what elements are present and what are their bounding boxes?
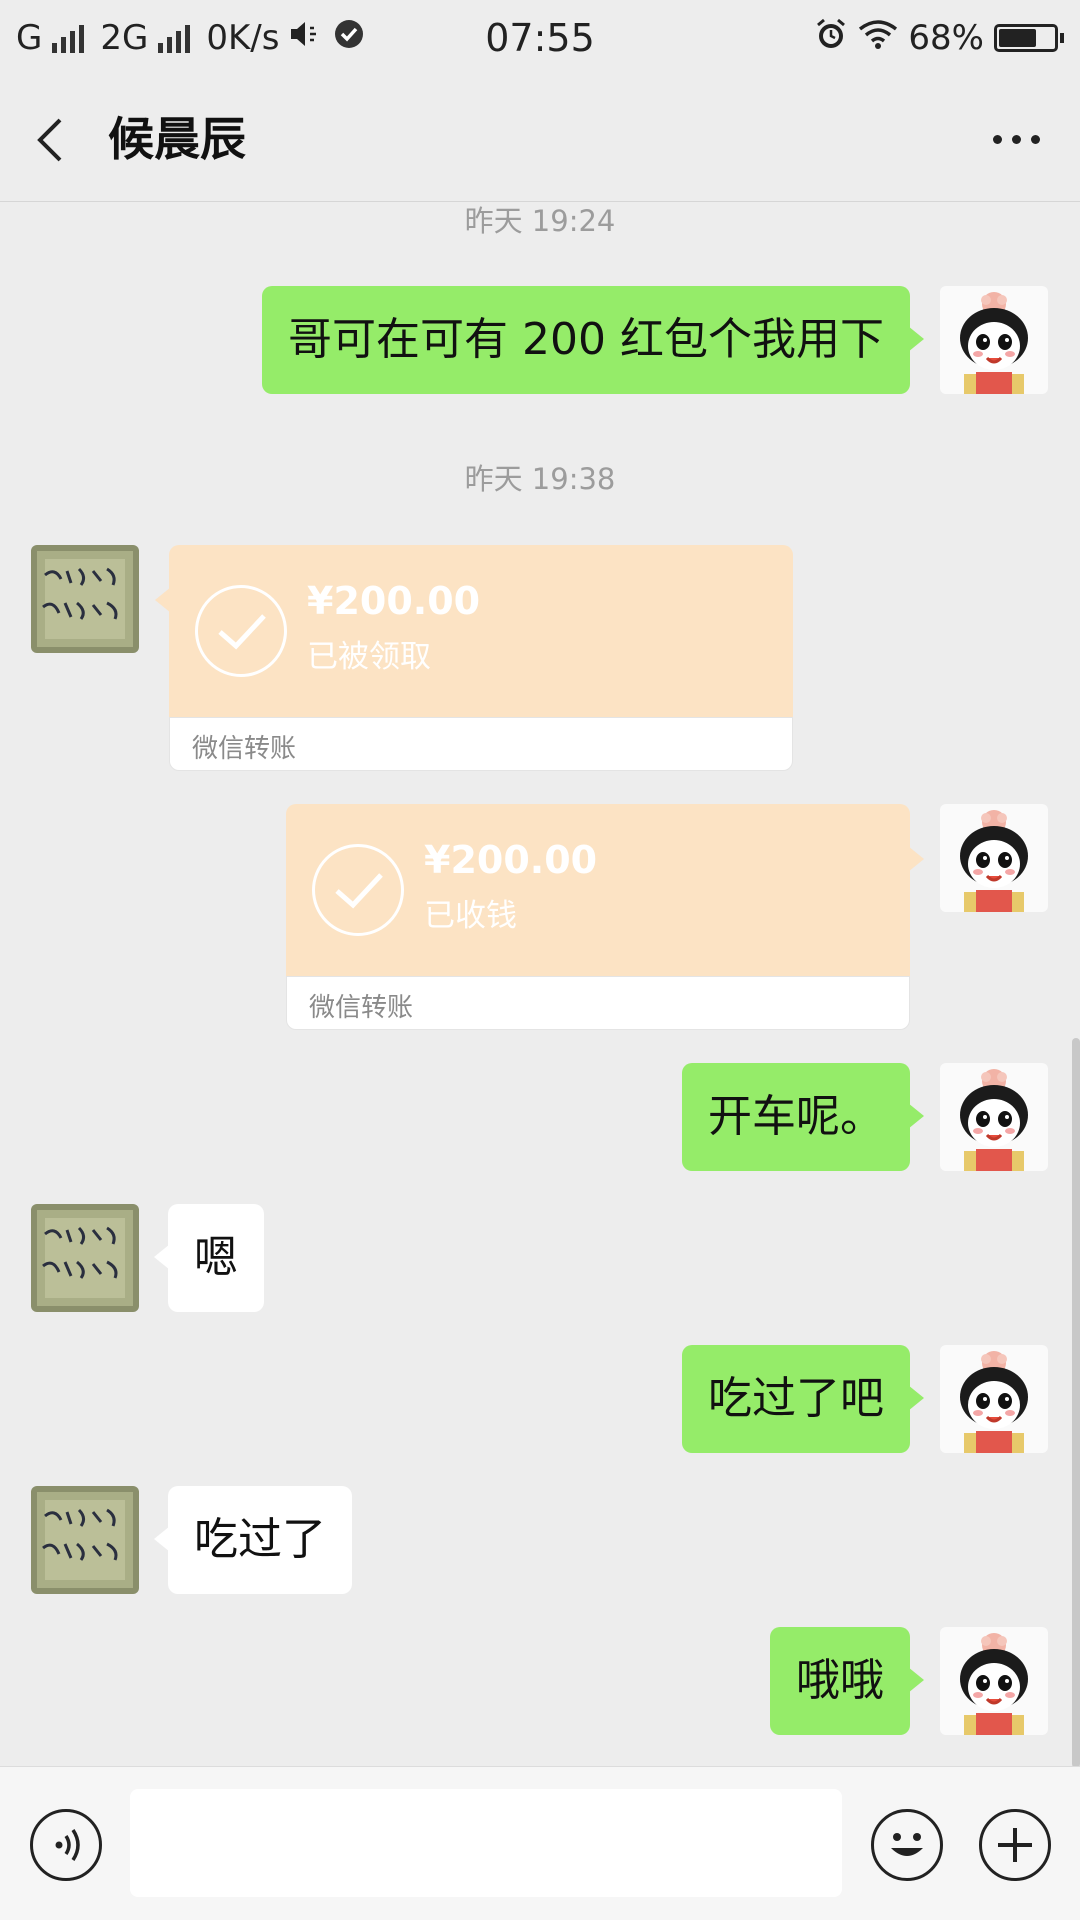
- avatar-self[interactable]: [940, 286, 1048, 394]
- signal-icon-2: [158, 23, 191, 53]
- message-bubble-other[interactable]: 嗯: [154, 1204, 264, 1312]
- more-dot-icon: [993, 134, 1002, 144]
- back-button[interactable]: [34, 112, 74, 168]
- message-bubble-self[interactable]: 吃过了吧: [682, 1345, 924, 1453]
- more-options-button[interactable]: [993, 116, 1040, 162]
- transfer-card-top: ¥200.00 已被领取: [169, 545, 793, 717]
- chevron-left-icon: [37, 118, 62, 162]
- transfer-card-footer: 微信转账: [169, 717, 793, 771]
- avatar-other[interactable]: [31, 1204, 139, 1312]
- transfer-card[interactable]: ¥200.00 已收钱 微信转账: [286, 804, 924, 1030]
- transfer-label: 微信转账: [309, 993, 414, 1023]
- alarm-icon: [814, 17, 848, 60]
- avatar-other[interactable]: [31, 1486, 139, 1594]
- status-bar: G 2G 0K/s 07:55 68%: [0, 0, 1080, 76]
- transfer-card[interactable]: ¥200.00 已被领取 微信转账: [155, 545, 793, 771]
- chat-header: 候晨辰: [0, 76, 1080, 202]
- message-input[interactable]: [130, 1789, 842, 1897]
- transfer-status: 已收钱: [424, 898, 517, 934]
- transfer-amount: ¥200.00: [424, 838, 598, 882]
- avatar-self[interactable]: [940, 1627, 1048, 1735]
- message-bubble-self[interactable]: 开车呢。: [682, 1063, 924, 1171]
- timestamp: 昨天 19:24: [464, 204, 616, 238]
- battery-icon: [994, 24, 1064, 52]
- emoji-icon: [891, 1833, 923, 1856]
- transfer-card-top: ¥200.00 已收钱: [286, 804, 910, 976]
- transfer-status: 已被领取: [307, 639, 431, 675]
- timestamp: 昨天 19:38: [464, 462, 616, 496]
- network-speed: 0K/s: [206, 18, 280, 58]
- plus-button[interactable]: [979, 1809, 1051, 1881]
- check-circle-icon: [195, 585, 287, 677]
- status-left: G 2G 0K/s: [16, 18, 365, 59]
- more-dot-icon: [1031, 134, 1040, 144]
- voice-button[interactable]: [30, 1809, 102, 1881]
- voice-icon: [55, 1829, 80, 1861]
- emoji-button[interactable]: [871, 1809, 943, 1881]
- carrier1-label: G: [16, 18, 43, 58]
- avatar-self[interactable]: [940, 804, 1048, 912]
- check-circle-icon: [333, 18, 365, 59]
- more-dot-icon: [1012, 134, 1021, 144]
- avatar-other[interactable]: [31, 545, 139, 653]
- status-time: 07:55: [485, 16, 595, 60]
- chat-message-list[interactable]: 昨天 19:24 哥可在可有 200 红包个我用下 昨天 19:38 ¥200.…: [0, 202, 1080, 1766]
- status-right: 68%: [814, 17, 1064, 60]
- message-bubble-other[interactable]: 吃过了: [154, 1486, 352, 1594]
- check-circle-icon: [312, 844, 404, 936]
- transfer-label: 微信转账: [192, 734, 297, 764]
- wifi-icon: [858, 18, 898, 58]
- signal-icon: [52, 23, 85, 53]
- transfer-card-footer: 微信转账: [286, 976, 910, 1030]
- input-bar: [0, 1766, 1080, 1920]
- message-bubble-self[interactable]: 哦哦: [770, 1627, 924, 1735]
- transfer-amount: ¥200.00: [307, 579, 481, 623]
- message-bubble-self[interactable]: 哥可在可有 200 红包个我用下: [262, 286, 924, 394]
- scrollbar[interactable]: [1072, 1038, 1080, 1768]
- battery-percent: 68%: [908, 18, 984, 58]
- avatar-self[interactable]: [940, 1063, 1048, 1171]
- carrier2-label: 2G: [100, 18, 149, 58]
- mute-speaker-icon: [289, 18, 323, 58]
- avatar-self[interactable]: [940, 1345, 1048, 1453]
- chat-title: 候晨辰: [108, 112, 246, 166]
